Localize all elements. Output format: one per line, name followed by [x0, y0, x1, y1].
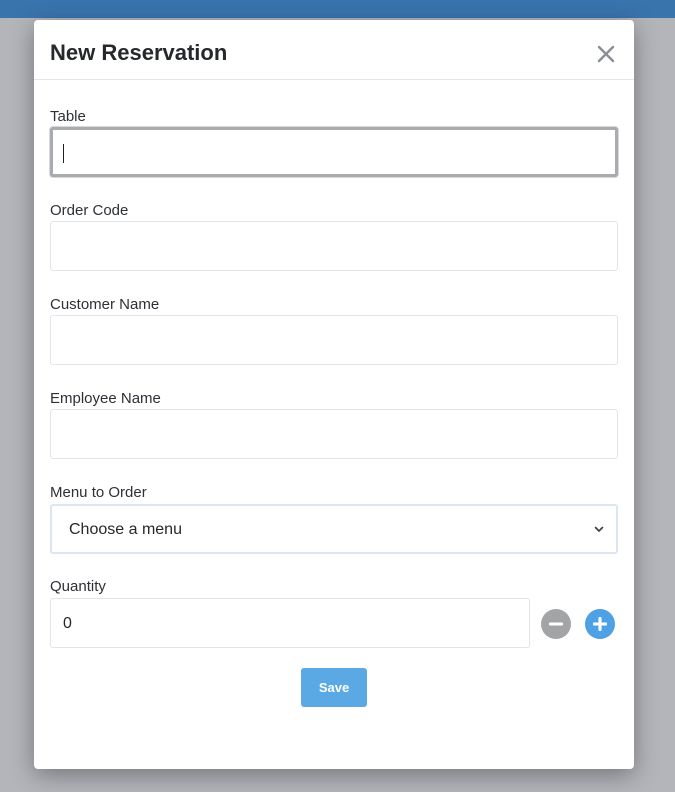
save-button[interactable]: Save: [301, 668, 367, 707]
employee-name-input[interactable]: [50, 409, 618, 459]
menu-select[interactable]: Choose a menu: [50, 504, 618, 554]
modal-header: New Reservation: [34, 20, 634, 80]
chevron-down-icon: [594, 526, 604, 532]
quantity-label: Quantity: [50, 578, 106, 595]
menu-label: Menu to Order: [50, 484, 147, 501]
customer-name-label: Customer Name: [50, 296, 160, 313]
quantity-input[interactable]: 0: [50, 598, 530, 648]
menu-select-value: Choose a menu: [69, 521, 182, 538]
text-caret: [63, 144, 64, 163]
new-reservation-dialog: New Reservation Table Order Code Custome…: [34, 20, 634, 769]
minus-circle-icon: [549, 622, 563, 626]
table-input[interactable]: [50, 127, 618, 177]
decrease-quantity-button[interactable]: [541, 609, 571, 639]
close-icon: [597, 45, 615, 63]
customer-name-input[interactable]: [50, 315, 618, 365]
app-header-band: [0, 0, 675, 18]
employee-name-label: Employee Name: [50, 390, 161, 407]
increase-quantity-button[interactable]: [585, 609, 615, 639]
order-code-label: Order Code: [50, 202, 129, 219]
order-code-input[interactable]: [50, 221, 618, 271]
modal-title: New Reservation: [50, 40, 228, 65]
close-button[interactable]: [594, 42, 618, 66]
quantity-value: 0: [63, 615, 72, 632]
plus-circle-icon: [593, 617, 607, 631]
table-label: Table: [50, 108, 86, 125]
